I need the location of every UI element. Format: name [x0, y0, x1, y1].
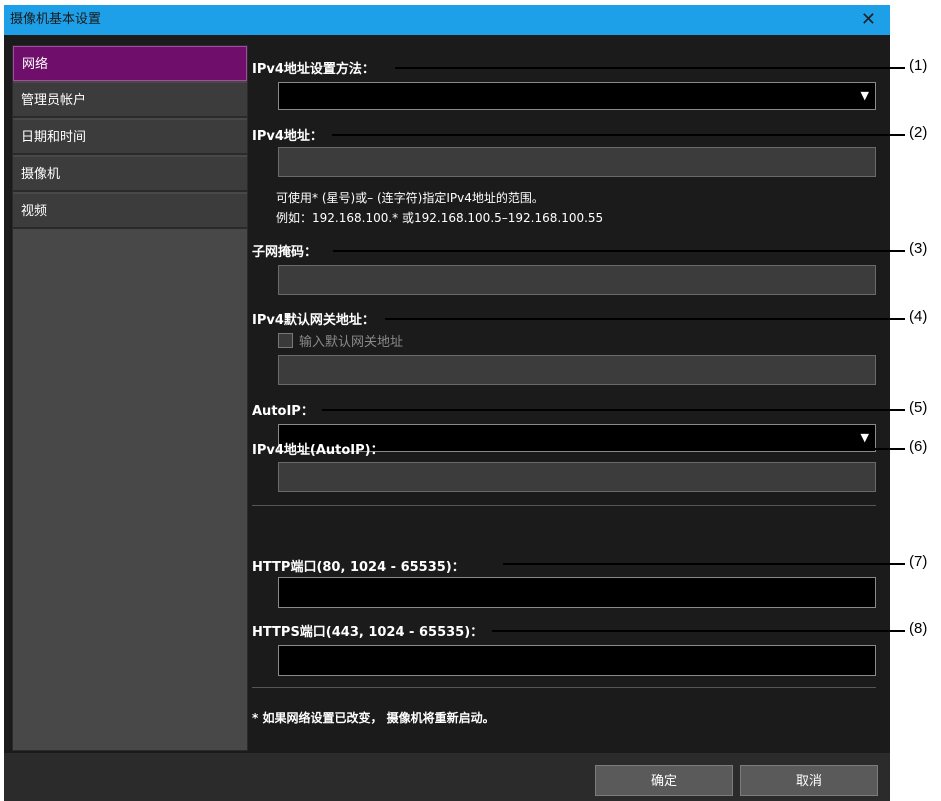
ipv4-method-label: IPv4地址设置方法：: [252, 62, 375, 77]
https-port-input[interactable]: [278, 645, 876, 676]
restart-footnote: * 如果网络设置已改变， 摄像机将重新启动。: [252, 711, 495, 725]
callout-4: (4): [909, 308, 928, 325]
ipv4-hint-line2: 例如：192.168.100.* 或192.168.100.5–192.168.…: [276, 211, 604, 225]
sidebar-item-label: 视频: [21, 204, 48, 219]
callout-line-4: [385, 318, 905, 320]
gateway-input[interactable]: [278, 355, 876, 385]
callout-1: (1): [909, 57, 928, 74]
sidebar-item-date-time[interactable]: 日期和时间: [13, 120, 247, 155]
close-icon[interactable]: ✕: [861, 5, 876, 35]
sidebar-item-admin-account[interactable]: 管理员帐户: [13, 83, 247, 118]
sidebar-item-label: 摄像机: [21, 167, 61, 182]
settings-dialog: 摄像机基本设置 ✕ 网络 管理员帐户 日期和时间 摄像机 视频 确定 取消: [4, 5, 890, 801]
ipv4-method-select[interactable]: ▼: [278, 82, 876, 110]
callout-line-6: [394, 448, 905, 450]
sidebar-item-video[interactable]: 视频: [13, 194, 247, 229]
callout-3: (3): [909, 240, 928, 257]
window-title: 摄像机基本设置: [10, 12, 102, 27]
callout-line-8: [492, 630, 905, 632]
callout-line-3: [333, 250, 905, 252]
sidebar-nav: 网络 管理员帐户 日期和时间 摄像机 视频: [12, 45, 248, 751]
ipv4-address-label: IPv4地址：: [252, 129, 323, 144]
subnet-mask-input[interactable]: [278, 265, 876, 295]
callout-6: (6): [909, 438, 928, 455]
ipv4-hint-line1: 可使用* (星号)或– (连字符)指定IPv4地址的范围。: [276, 191, 544, 205]
autoip-address-label: IPv4地址(AutoIP)：: [252, 443, 384, 458]
gateway-checkbox-label: 输入默认网关地址: [299, 335, 404, 350]
callout-8: (8): [909, 620, 928, 637]
callout-2: (2): [909, 124, 928, 141]
callout-line-5: [322, 409, 905, 411]
callout-7: (7): [909, 553, 928, 570]
dropdown-arrow-icon: ▼: [860, 89, 869, 102]
sidebar-item-label: 管理员帐户: [21, 93, 87, 108]
callout-line-2: [332, 134, 905, 136]
ipv4-address-input[interactable]: [278, 147, 876, 177]
dropdown-arrow-icon: ▼: [860, 431, 869, 444]
cancel-button[interactable]: 取消: [740, 765, 878, 796]
http-port-label: HTTP端口(80, 1024 - 65535)：: [252, 560, 465, 575]
http-port-input[interactable]: [278, 577, 876, 608]
autoip-address-input[interactable]: [278, 462, 876, 492]
https-port-label: HTTPS端口(443, 1024 - 65535)：: [252, 625, 484, 640]
sidebar-item-network[interactable]: 网络: [13, 46, 247, 81]
sidebar-item-label: 日期和时间: [21, 130, 87, 145]
autoip-label: AutoIP：: [252, 404, 314, 419]
sidebar-item-label: 网络: [22, 57, 49, 72]
callout-5: (5): [909, 399, 928, 416]
gateway-checkbox[interactable]: [278, 333, 293, 348]
sidebar-item-camera[interactable]: 摄像机: [13, 157, 247, 192]
ok-button[interactable]: 确定: [595, 765, 733, 796]
dialog-footer: 确定 取消: [4, 753, 890, 801]
title-bar: 摄像机基本设置 ✕: [4, 5, 890, 35]
gateway-label: IPv4默认网关地址：: [252, 313, 375, 328]
subnet-mask-label: 子网掩码：: [252, 245, 318, 260]
divider: [252, 505, 876, 506]
callout-line-7: [503, 563, 905, 565]
divider: [252, 687, 876, 688]
callout-line-1: [395, 67, 905, 69]
